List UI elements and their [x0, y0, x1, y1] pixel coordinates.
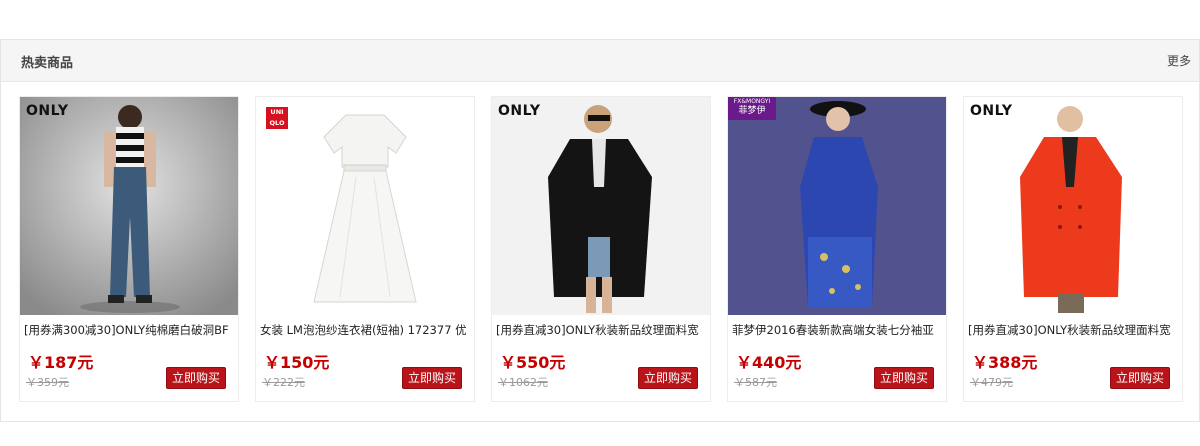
hot-products-section: 热卖商品 更多 ONLY [用券满300减30]ONLY纯棉磨白破洞BF ￥18… [0, 39, 1200, 422]
more-link[interactable]: 更多 [1167, 52, 1191, 69]
buy-now-button[interactable]: 立即购买 [402, 367, 462, 389]
product-title[interactable]: [用券直减30]ONLY秋装新品纹理面料宽 [496, 322, 708, 338]
uniqlo-logo: UNI QLO [266, 107, 288, 129]
product-title[interactable]: 菲梦伊2016春装新款高端女装七分袖亚 [732, 322, 944, 338]
buy-now-button[interactable]: 立即购买 [1110, 367, 1170, 389]
buy-now-button[interactable]: 立即购买 [166, 367, 226, 389]
product-old-price: ￥1062元 [498, 376, 548, 389]
brand-logo: FX&MONGYI 菲梦伊 [728, 97, 776, 120]
section-header: 热卖商品 更多 [1, 40, 1199, 82]
product-title[interactable]: [用券满300减30]ONLY纯棉磨白破洞BF [24, 322, 236, 338]
product-image[interactable]: ONLY [492, 97, 710, 315]
product-old-price: ￥359元 [26, 376, 69, 389]
product-image[interactable]: FX&MONGYI 菲梦伊 [728, 97, 946, 315]
brand-logo: ONLY [26, 103, 69, 119]
product-price: ￥440元 [736, 353, 802, 372]
product-image[interactable]: ONLY [20, 97, 238, 315]
product-old-price: ￥479元 [970, 376, 1013, 389]
product-old-price: ￥587元 [734, 376, 777, 389]
product-price: ￥550元 [500, 353, 566, 372]
product-image[interactable]: UNI QLO [256, 97, 474, 315]
product-price: ￥150元 [264, 353, 330, 372]
brand-logo: ONLY [498, 103, 541, 119]
buy-now-button[interactable]: 立即购买 [638, 367, 698, 389]
product-price: ￥388元 [972, 353, 1038, 372]
buy-now-button[interactable]: 立即购买 [874, 367, 934, 389]
product-title[interactable]: [用券直减30]ONLY秋装新品纹理面料宽 [968, 322, 1180, 338]
product-image[interactable]: ONLY [964, 97, 1182, 315]
product-card[interactable]: ONLY [用券满300减30]ONLY纯棉磨白破洞BF ￥187元 ￥359元… [19, 96, 239, 402]
product-card[interactable]: UNI QLO 女装 LM泡泡纱连衣裙(短袖) 172377 优 ￥150元 ￥2… [255, 96, 475, 402]
product-old-price: ￥222元 [262, 376, 305, 389]
product-card[interactable]: ONLY [用券直减30]ONLY秋装新品纹理面料宽 ￥388元 ￥479元 立… [963, 96, 1183, 402]
product-card[interactable]: ONLY [用券直减30]ONLY秋装新品纹理面料宽 ￥550元 ￥1062元 … [491, 96, 711, 402]
product-card[interactable]: FX&MONGYI 菲梦伊 菲梦伊2016春装新款高端女装七分袖亚 ￥440元 … [727, 96, 947, 402]
section-title: 热卖商品 [21, 56, 74, 71]
product-price: ￥187元 [28, 353, 94, 372]
brand-logo: ONLY [970, 103, 1013, 119]
product-title[interactable]: 女装 LM泡泡纱连衣裙(短袖) 172377 优 [260, 322, 472, 338]
